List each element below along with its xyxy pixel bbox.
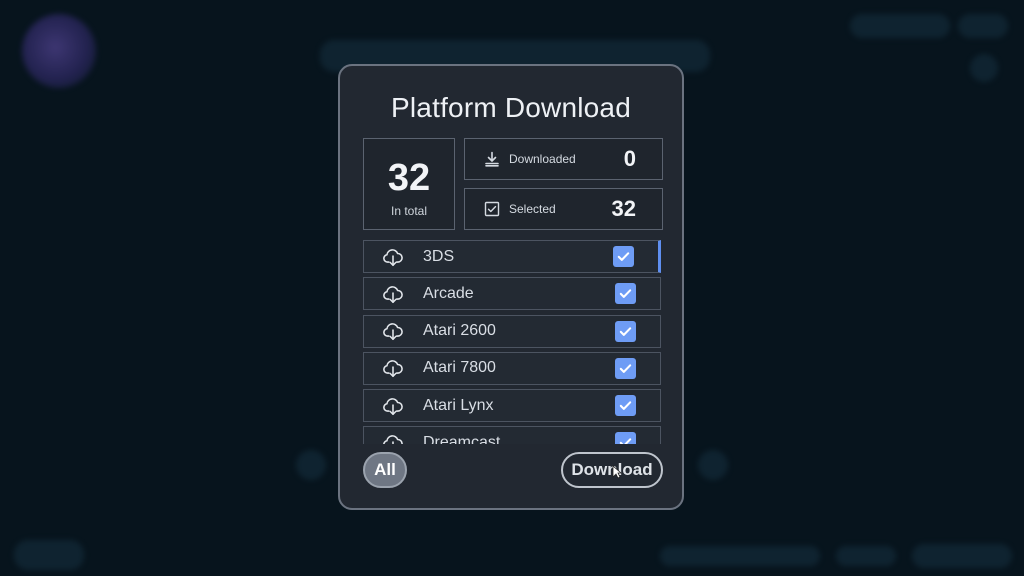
list-item[interactable]: Atari Lynx: [363, 389, 661, 423]
background-pill: [958, 14, 1008, 38]
platform-label: Atari 2600: [423, 322, 496, 340]
platform-label: Dreamcast: [423, 433, 501, 444]
platform-checkbox[interactable]: [615, 395, 636, 417]
cloud-download-icon: [382, 395, 404, 417]
selected-value: 32: [611, 196, 636, 221]
platform-checkbox[interactable]: [615, 320, 636, 342]
cloud-download-icon: [382, 246, 404, 268]
background-icon: [296, 450, 326, 480]
downloaded-value: 0: [623, 146, 636, 171]
list-item[interactable]: Atari 2600: [363, 314, 661, 348]
select-all-button[interactable]: All: [363, 452, 407, 488]
background-pill: [660, 546, 820, 566]
platform-label: 3DS: [423, 247, 455, 265]
platform-label: Atari 7800: [423, 359, 496, 377]
platform-label: Atari Lynx: [423, 396, 494, 414]
selected-stat: Selected 32: [464, 188, 663, 230]
list-item[interactable]: Dreamcast: [363, 426, 661, 444]
background-icon: [698, 450, 728, 480]
platform-checkbox[interactable]: [615, 283, 636, 305]
background-pill: [836, 546, 896, 566]
platform-checkbox[interactable]: [615, 357, 636, 379]
cloud-download-icon: [382, 432, 404, 444]
platform-download-dialog: Platform Download 32 In total Downloaded…: [338, 64, 684, 510]
cloud-download-icon: [382, 283, 404, 305]
downloaded-stat: Downloaded 0: [464, 138, 663, 180]
total-count-value: 32: [387, 157, 431, 199]
download-icon: [483, 150, 501, 168]
platform-label: Arcade: [423, 284, 474, 302]
total-count-label: In total: [390, 204, 428, 218]
avatar: [22, 14, 96, 88]
platform-checkbox[interactable]: [613, 246, 634, 267]
cloud-download-icon: [382, 320, 404, 342]
background-icon: [970, 54, 998, 82]
background-pill: [850, 14, 950, 38]
background-pill: [912, 544, 1012, 568]
mouse-cursor-icon: [612, 465, 622, 479]
checkbox-icon: [483, 200, 501, 218]
background-pill: [14, 540, 84, 570]
list-item[interactable]: Arcade: [363, 277, 661, 311]
dialog-title: Platform Download: [391, 92, 631, 123]
total-count-card: 32 In total: [363, 138, 455, 230]
downloaded-label: Downloaded: [509, 152, 576, 166]
platform-list[interactable]: 3DS Arcade Atari 2600 Atari 7800 Atari Lynx D…: [363, 240, 661, 444]
selected-label: Selected: [509, 202, 556, 216]
list-item[interactable]: 3DS: [363, 240, 661, 273]
list-item[interactable]: Atari 7800: [363, 351, 661, 385]
cloud-download-icon: [382, 357, 404, 379]
platform-checkbox[interactable]: [615, 432, 636, 444]
